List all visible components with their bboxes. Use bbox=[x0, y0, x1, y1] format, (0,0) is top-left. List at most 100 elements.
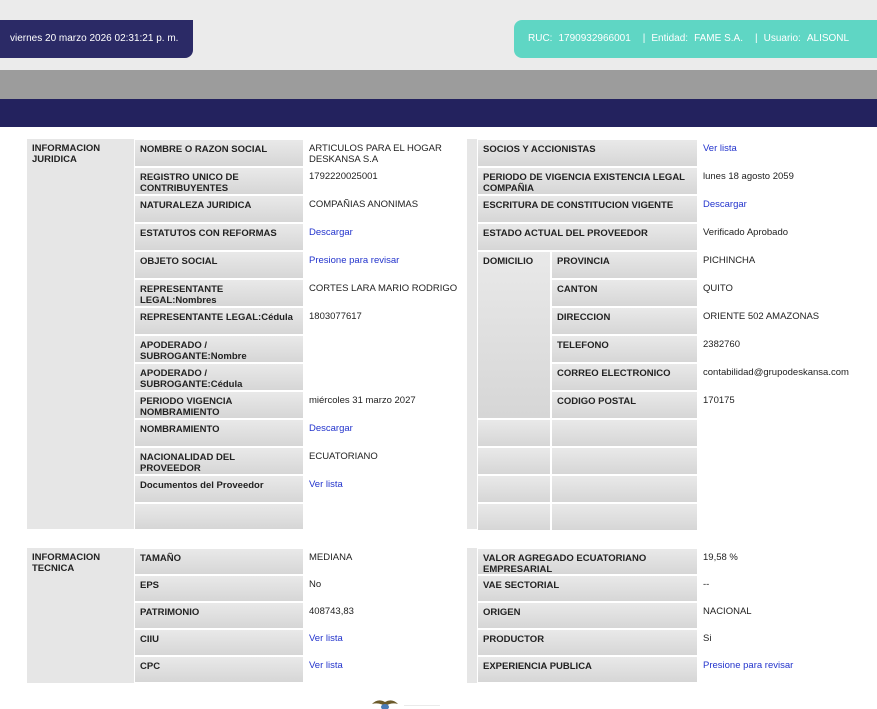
empty-value bbox=[698, 475, 865, 503]
field-label: PROVINCIA bbox=[551, 251, 698, 279]
field-label: NACIONALIDAD DEL PROVEEDOR bbox=[134, 447, 304, 475]
section-title: INFORMACION TECNICA bbox=[32, 552, 101, 574]
link-juridica-left_rows-3[interactable]: Descargar bbox=[304, 223, 467, 251]
field-label: PATRIMONIO bbox=[134, 602, 304, 629]
entidad-label: Entidad: bbox=[651, 33, 689, 44]
field-label: ESTADO ACTUAL DEL PROVEEDOR bbox=[477, 223, 698, 251]
field-label: DIRECCION bbox=[551, 307, 698, 335]
juridica-section: INFORMACION JURIDICA NOMBRE O RAZON SOCI… bbox=[27, 139, 865, 531]
datetime-display: viernes 20 marzo 2026 02:31:21 p. m. bbox=[0, 20, 193, 58]
field-value bbox=[304, 335, 467, 363]
empty-value bbox=[698, 419, 865, 447]
field-value: PICHINCHA bbox=[698, 251, 865, 279]
empty-value bbox=[304, 503, 467, 530]
tecnica-section: INFORMACION TECNICA TAMAÑO MEDIANA EPS No PA… bbox=[27, 548, 865, 683]
field-value: 408743,83 bbox=[304, 602, 467, 629]
domicilio-label: DOMICILIO bbox=[477, 251, 551, 419]
gray-band bbox=[0, 70, 877, 99]
field-label: CORREO ELECTRONICO bbox=[551, 363, 698, 391]
field-label: REPRESENTANTE LEGAL:Cédula bbox=[134, 307, 304, 335]
field-value: No bbox=[304, 575, 467, 602]
top-bar: viernes 20 marzo 2026 02:31:21 p. m. RUC… bbox=[0, 0, 877, 70]
empty-label bbox=[477, 503, 551, 531]
field-label: REPRESENTANTE LEGAL:Nombres bbox=[134, 279, 304, 307]
field-label: EPS bbox=[134, 575, 304, 602]
navy-band bbox=[0, 99, 877, 127]
field-label: CANTON bbox=[551, 279, 698, 307]
field-label: CIIU bbox=[134, 629, 304, 656]
field-label: CPC bbox=[134, 656, 304, 683]
empty-label bbox=[477, 419, 551, 447]
empty-label bbox=[551, 475, 698, 503]
section-title: INFORMACION JURIDICA bbox=[32, 143, 101, 165]
field-value: 2382760 bbox=[698, 335, 865, 363]
session-info: RUC: 1790932966001 | Entidad: FAME S.A. | Usua… bbox=[514, 20, 877, 58]
empty-label bbox=[551, 447, 698, 475]
field-value: 1803077617 bbox=[304, 307, 467, 335]
field-value: 170175 bbox=[698, 391, 865, 419]
field-value: Si bbox=[698, 629, 865, 656]
link-tecnica-right_rows-4[interactable]: Presione para revisar bbox=[698, 656, 865, 683]
field-label: APODERADO / SUBROGANTE:Nombre bbox=[134, 335, 304, 363]
field-value: ORIENTE 502 AMAZONAS bbox=[698, 307, 865, 335]
empty-label bbox=[477, 475, 551, 503]
field-label: ESTATUTOS CON REFORMAS bbox=[134, 223, 304, 251]
separator: | bbox=[642, 33, 646, 44]
field-label: ESCRITURA DE CONSTITUCION VIGENTE bbox=[477, 195, 698, 223]
empty-value bbox=[698, 503, 865, 531]
link-juridica-right_rows-0[interactable]: Ver lista bbox=[698, 139, 865, 167]
link-tecnica-left_rows-3[interactable]: Ver lista bbox=[304, 629, 467, 656]
field-label: VAE SECTORIAL bbox=[477, 575, 698, 602]
field-label: OBJETO SOCIAL bbox=[134, 251, 304, 279]
field-label: APODERADO / SUBROGANTE:Cédula bbox=[134, 363, 304, 391]
empty-label bbox=[551, 419, 698, 447]
field-value: 19,58 % bbox=[698, 548, 865, 575]
field-label: PRODUCTOR bbox=[477, 629, 698, 656]
link-tecnica-left_rows-4[interactable]: Ver lista bbox=[304, 656, 467, 683]
field-value: miércoles 31 marzo 2027 bbox=[304, 391, 467, 419]
empty-label bbox=[134, 503, 304, 530]
empty-label bbox=[551, 503, 698, 531]
field-label: NOMBRE O RAZON SOCIAL bbox=[134, 139, 304, 167]
field-label: EXPERIENCIA PUBLICA bbox=[477, 656, 698, 683]
empty-value bbox=[698, 447, 865, 475]
field-label: VALOR AGREGADO ECUATORIANO EMPRESARIAL bbox=[477, 548, 698, 575]
usuario-label: Usuario: bbox=[763, 33, 801, 44]
ecuador-coat-of-arms-icon bbox=[372, 700, 398, 709]
link-juridica-left_rows-10[interactable]: Descargar bbox=[304, 419, 467, 447]
field-value: NACIONAL bbox=[698, 602, 865, 629]
field-label: TAMAÑO bbox=[134, 548, 304, 575]
usuario-value: ALISONL bbox=[806, 33, 850, 44]
ruc-value: 1790932966001 bbox=[558, 33, 631, 44]
field-label: SOCIOS Y ACCIONISTAS bbox=[477, 139, 698, 167]
emblem-caption: —————— bbox=[404, 703, 440, 709]
field-value: COMPAÑIAS ANONIMAS bbox=[304, 195, 467, 223]
link-juridica-left_rows-4[interactable]: Presione para revisar bbox=[304, 251, 467, 279]
field-label: PERIODO VIGENCIA NOMBRAMIENTO bbox=[134, 391, 304, 419]
link-juridica-left_rows-12[interactable]: Ver lista bbox=[304, 475, 467, 503]
field-value: Verificado Aprobado bbox=[698, 223, 865, 251]
field-value: lunes 18 agosto 2059 bbox=[698, 167, 865, 195]
field-label: REGISTRO UNICO DE CONTRIBUYENTES bbox=[134, 167, 304, 195]
field-label: NOMBRAMIENTO bbox=[134, 419, 304, 447]
field-value: ECUATORIANO bbox=[304, 447, 467, 475]
field-label: TELEFONO bbox=[551, 335, 698, 363]
field-value: contabilidad@grupodeskansa.com bbox=[698, 363, 865, 391]
field-label: ORIGEN bbox=[477, 602, 698, 629]
field-value: ARTICULOS PARA EL HOGAR DESKANSA S.A bbox=[304, 139, 467, 167]
empty-label bbox=[477, 447, 551, 475]
field-label: PERIODO DE VIGENCIA EXISTENCIA LEGAL COM… bbox=[477, 167, 698, 195]
link-juridica-right_rows-2[interactable]: Descargar bbox=[698, 195, 865, 223]
field-value bbox=[304, 363, 467, 391]
field-value: -- bbox=[698, 575, 865, 602]
field-value: QUITO bbox=[698, 279, 865, 307]
field-label: Documentos del Proveedor bbox=[134, 475, 304, 503]
ruc-label: RUC: bbox=[528, 33, 553, 44]
field-label: NATURALEZA JURIDICA bbox=[134, 195, 304, 223]
field-value: CORTES LARA MARIO RODRIGO bbox=[304, 279, 467, 307]
field-value: MEDIANA bbox=[304, 548, 467, 575]
field-label: CODIGO POSTAL bbox=[551, 391, 698, 419]
entidad-value: FAME S.A. bbox=[694, 33, 743, 44]
field-value: 1792220025001 bbox=[304, 167, 467, 195]
separator: | bbox=[754, 33, 758, 44]
